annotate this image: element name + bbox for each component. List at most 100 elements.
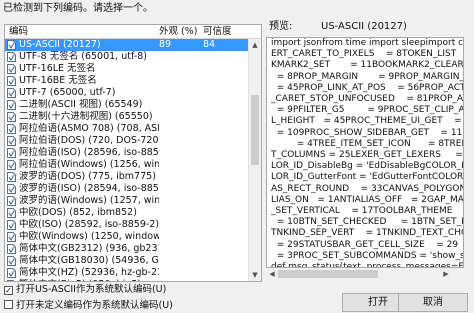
preview-line: _SET_VERTICAL = 17TOOLBAR_THEME: [271, 206, 453, 217]
preview-line: TNKIND_SEP_VERT = 1TNKIND_TEXT_CHOI: [271, 228, 464, 239]
checkbox-unchecked-icon[interactable]: [4, 300, 13, 309]
preview-line: = 45PROP_LINK_AT_POS = 56PROP_ACTIV: [271, 82, 464, 93]
encoding-row[interactable]: UTF-8 无签名 (65001, utf-8): [5, 51, 249, 63]
document-icon: [7, 160, 16, 170]
encoding-name: 简体中文(GB2312) (936, gb2312): [19, 243, 159, 254]
hscroll-thumb[interactable]: [278, 270, 378, 278]
encoding-row[interactable]: 二进制(十六进制视图) (65550): [5, 111, 249, 123]
encoding-row[interactable]: 简体中文(HZ) (52936, hz-gb-2312): [5, 267, 249, 279]
col-encoding[interactable]: 编码: [9, 25, 28, 38]
encoding-row[interactable]: UTF-16BE 无签名: [5, 75, 249, 87]
encoding-name: 中欧(DOS) (852, ibm852): [19, 207, 137, 218]
encoding-name: 繁体中文(Big5) (950, big5): [19, 279, 159, 281]
document-icon: [7, 256, 16, 266]
encoding-name: 波罗的语(DOS) (775, ibm775): [19, 171, 156, 182]
document-icon: [7, 64, 16, 74]
preview-line: = 8PROP_MARGIN = 9PROP_MARGIN_STRING: [276, 71, 464, 82]
preview-line: AS_RECT_ROUND = 33CANVAS_POLYGON: [271, 183, 464, 194]
encoding-name: 波罗的语(ISO) (28594, iso-8859-4): [19, 183, 159, 194]
encoding-row[interactable]: UTF-16LE 无签名: [5, 63, 249, 75]
document-icon: [7, 196, 16, 206]
encoding-row[interactable]: 波罗的语(Windows) (1257, window...: [5, 195, 249, 207]
preview-line: T_COLUMNS = 25LEXER_GET_LEXERS = 0LEXER: [271, 150, 463, 161]
document-icon: [7, 220, 16, 230]
encoding-row[interactable]: 简体中文(GB2312) (936, gb2312): [5, 243, 249, 255]
document-icon: [7, 172, 16, 182]
document-icon: [7, 124, 16, 134]
encoding-name: UTF-7 (65000, utf-7): [19, 87, 116, 98]
preview-pane[interactable]: import jsonfrom time import sleepimport …: [266, 37, 464, 268]
encoding-name: 二进制(十六进制视图) (65550): [19, 111, 153, 122]
encoding-row[interactable]: 波罗的语(DOS) (775, ibm775): [5, 171, 249, 183]
scroll-thumb[interactable]: [251, 95, 259, 165]
checkbox-label: 打开未定义编码作为系统默认编码(U): [16, 300, 173, 311]
encoding-row[interactable]: 简体中文(GB18030) (54936, GB1...: [5, 255, 249, 267]
document-icon: [7, 52, 16, 62]
col-confidence[interactable]: 可信度: [203, 25, 232, 38]
list-scrollbar[interactable]: ▲ ▼: [248, 39, 261, 281]
document-icon: [7, 244, 16, 254]
document-icon: [7, 232, 16, 242]
encoding-name: US-ASCII (20127): [19, 39, 101, 50]
encoding-rows: US-ASCII (20127) 89 84 UTF-8 无签名 (65001, ut…: [5, 39, 249, 281]
preview-line: = 3PROC_SET_SUBCOMMANDS = 'show_sidebar': [276, 250, 464, 261]
default-ascii-checkbox[interactable]: ✓ 打开US-ASCII作为系统默认编码(U): [4, 284, 224, 296]
encoding-row[interactable]: US-ASCII (20127) 89 84: [5, 39, 249, 51]
scroll-right-icon[interactable]: ▶: [440, 268, 452, 280]
document-icon: [7, 208, 16, 218]
document-icon: [7, 112, 16, 122]
document-icon: [7, 148, 16, 158]
default-undefined-checkbox[interactable]: 打开未定义编码作为系统默认编码(U): [4, 300, 224, 312]
preview-line: _CARET_STOP_UNFOCUSED = 81PROP_ACTIVA: [271, 94, 463, 105]
list-header: 编码 外观 (%) 可信度: [5, 25, 261, 39]
preview-line: LOR_ID_DisableBg = 'EdDisableBgCOLOR_ID_…: [271, 161, 464, 172]
scroll-left-icon[interactable]: ◀: [266, 268, 278, 280]
encoding-row[interactable]: UTF-7 (65000, utf-7): [5, 87, 249, 99]
preview-label: 预览:: [269, 21, 293, 32]
preview-line: = 9PFILTER_G5 = 9PROC_SET_CLIP_ALT: [271, 105, 464, 116]
preview-line: L_HEIGHT = 45PROC_THEME_UI_GET = 45: [271, 116, 464, 127]
encoding-name: 中欧(ISO) (28592, iso-8859-2): [19, 219, 159, 230]
encoding-row[interactable]: 阿拉伯语(Windows) (1256, window...: [5, 159, 249, 171]
preview-line: = 29STATUSBAR_GET_CELL_SIZE = 29: [271, 239, 459, 250]
document-icon: [7, 268, 16, 278]
scroll-up-icon[interactable]: ▲: [249, 39, 261, 51]
encoding-name: 阿拉伯语(ASMO 708) (708, ASMO-...: [19, 123, 159, 134]
scroll-down-icon[interactable]: ▼: [249, 269, 261, 281]
preview-line: KMARK2_SET = 11BOOKMARK2_CLEAR: [271, 60, 464, 71]
encoding-row[interactable]: 阿拉伯语(DOS) (720, DOS-720): [5, 135, 249, 147]
encoding-row[interactable]: 中欧(Windows) (1250, windows-12...: [5, 231, 249, 243]
encoding-row[interactable]: 中欧(ISO) (28592, iso-8859-2): [5, 219, 249, 231]
encoding-row[interactable]: 中欧(DOS) (852, ibm852): [5, 207, 249, 219]
encoding-row[interactable]: 繁体中文(Big5) (950, big5): [5, 279, 249, 281]
encoding-name: 简体中文(HZ) (52936, hz-gb-2312): [19, 267, 159, 278]
encoding-list[interactable]: 编码 外观 (%) 可信度 US-ASCII (20127) 89 84 UTF-8 …: [4, 24, 262, 282]
col-appearance[interactable]: 外观 (%): [159, 25, 197, 38]
preview-line: = 4TREE_ITEM_SET_ICON = 8TREE: [271, 138, 464, 149]
document-icon: [7, 184, 16, 194]
encoding-name: UTF-16LE 无签名: [19, 63, 96, 74]
encoding-name: 阿拉伯语(DOS) (720, DOS-720): [19, 135, 159, 146]
preview-line: = 109PROC_SHOW_SIDEBAR_GET = 110PROC_: [276, 127, 463, 138]
encoding-row[interactable]: 波罗的语(ISO) (28594, iso-8859-4): [5, 183, 249, 195]
encoding-row[interactable]: 阿拉伯语(ISO) (28596, iso-8859-6): [5, 147, 249, 159]
encoding-name: 阿拉伯语(ISO) (28596, iso-8859-6): [19, 147, 159, 158]
preview-line: ERT_CARET_TO_PIXELS = 8TOKEN_LIST: [271, 49, 457, 60]
encoding-row[interactable]: 二进制(ASCII 视图) (65549): [5, 99, 249, 111]
preview-encoding-name: US-ASCII (20127): [321, 21, 407, 32]
checkbox-checked-icon[interactable]: ✓: [4, 286, 13, 295]
preview-hscrollbar[interactable]: ◀ ▶: [266, 268, 452, 280]
dialog-prompt: 已检测到下列编码。请选择一个。: [3, 3, 153, 14]
document-icon: [7, 40, 16, 50]
cancel-button[interactable]: 取消: [398, 293, 468, 312]
encoding-name: UTF-8 无签名 (65001, utf-8): [19, 51, 147, 62]
document-icon: [7, 100, 16, 110]
encoding-name: 波罗的语(Windows) (1257, window...: [19, 195, 159, 206]
preview-line: LOR_ID_GutterFont = 'EdGutterFontCOLOR_I…: [271, 172, 464, 183]
document-icon: [7, 280, 15, 281]
encoding-name: 简体中文(GB18030) (54936, GB1...: [19, 255, 159, 266]
appearance-value: 89: [159, 39, 172, 50]
encoding-row[interactable]: 阿拉伯语(ASMO 708) (708, ASMO-...: [5, 123, 249, 135]
confidence-value: 84: [203, 39, 216, 50]
document-icon: [7, 76, 16, 86]
